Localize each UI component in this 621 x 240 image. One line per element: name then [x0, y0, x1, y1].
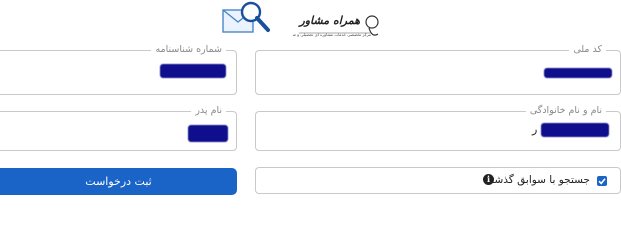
- redacted-full-name: [541, 123, 609, 137]
- history-search-option[interactable]: جستجو با سوابق گذشته: [255, 167, 621, 194]
- redacted-id-number: [160, 64, 226, 78]
- inquiry-form-page: همراه مشاور مرکز تخصصی خدمات مشاوره ای ت…: [0, 0, 621, 203]
- envelope-search-icon: [222, 1, 270, 33]
- father-name-field[interactable]: نام پدر: [0, 105, 237, 151]
- history-checkbox[interactable]: [597, 176, 607, 186]
- brand-title: همراه مشاور: [299, 14, 360, 27]
- redacted-national-code: [544, 68, 612, 78]
- brand-subtitle: مرکز تخصصی خدمات مشاوره ای تحصیلی و شغلی…: [293, 32, 371, 37]
- info-icon[interactable]: i: [483, 174, 494, 185]
- national-code-field[interactable]: کد ملی: [255, 44, 621, 95]
- submit-request-button[interactable]: ثبت درخواست: [0, 168, 237, 195]
- full-name-value[interactable]: ر: [532, 123, 537, 136]
- redacted-father-name: [188, 125, 228, 142]
- id-number-field[interactable]: شماره شناسنامه: [0, 44, 237, 95]
- full-name-label: نام و نام خانوادگی: [525, 105, 606, 117]
- checkmark-icon: [598, 178, 606, 185]
- full-name-field[interactable]: نام و نام خانوادگی ر: [255, 105, 621, 151]
- history-checkbox-label: جستجو با سوابق گذشته: [485, 174, 590, 186]
